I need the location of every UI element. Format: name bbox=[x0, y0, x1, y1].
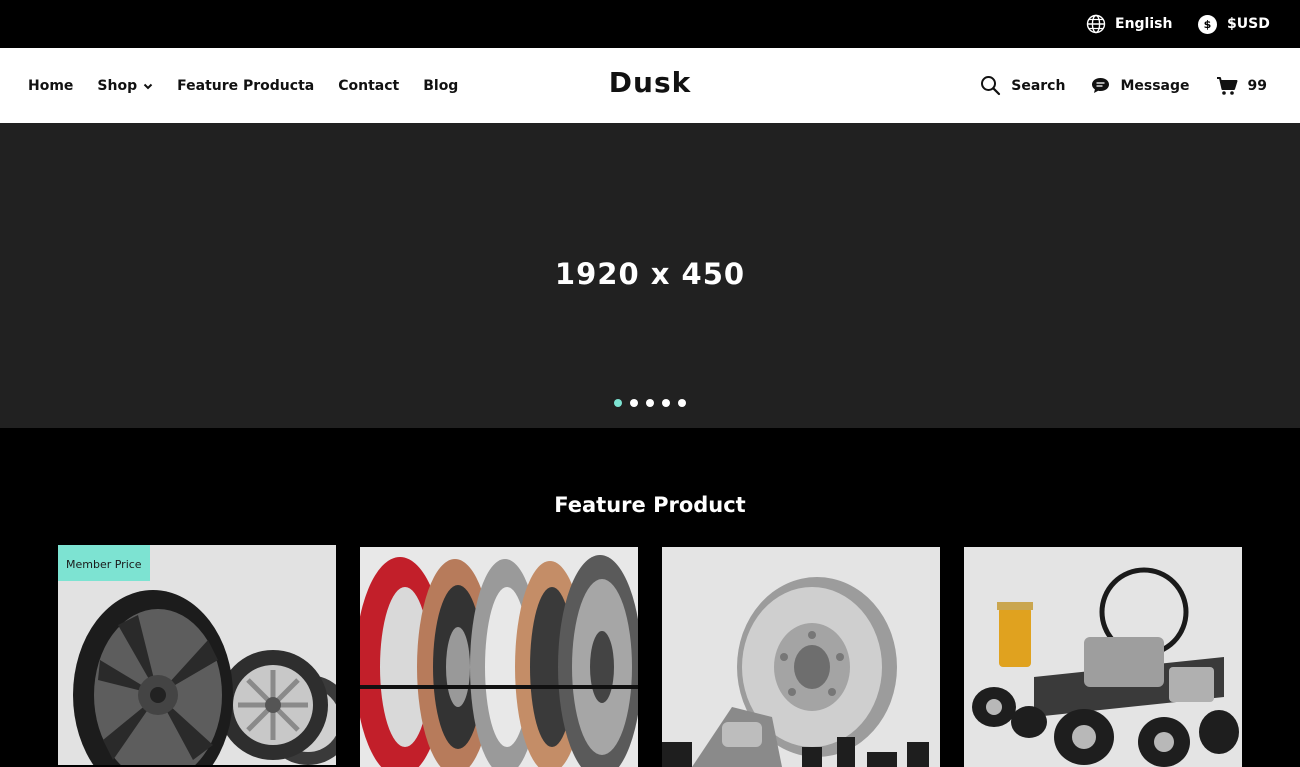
hero-slider[interactable]: 1920 x 450 bbox=[0, 123, 1300, 428]
main-navigation: Home Shop Feature Producta Contact Blog … bbox=[0, 48, 1300, 123]
dollar-icon: $ bbox=[1198, 14, 1217, 34]
slider-dot-1[interactable] bbox=[614, 399, 622, 407]
nav-tools: Search Message 99 bbox=[954, 48, 1267, 123]
product-card-3[interactable] bbox=[662, 547, 940, 767]
shopping-cart-icon bbox=[1216, 76, 1238, 95]
slider-dot-3[interactable] bbox=[646, 399, 654, 407]
product-card-4[interactable] bbox=[964, 547, 1242, 767]
product-card-1[interactable]: Member Price bbox=[58, 545, 336, 765]
top-bar: English $ $USD bbox=[0, 0, 1300, 48]
message-button[interactable]: Message bbox=[1091, 77, 1190, 94]
slider-dot-2[interactable] bbox=[630, 399, 638, 407]
slider-dot-5[interactable] bbox=[678, 399, 686, 407]
globe-icon bbox=[1086, 14, 1106, 34]
language-label: English bbox=[1115, 16, 1173, 32]
slider-dot-4[interactable] bbox=[662, 399, 670, 407]
hero-placeholder-text: 1920 x 450 bbox=[554, 257, 746, 291]
chat-bubble-icon bbox=[1092, 78, 1110, 93]
cart-count: 99 bbox=[1247, 77, 1267, 94]
search-button[interactable]: Search bbox=[980, 75, 1065, 96]
currency-selector[interactable]: $ $USD bbox=[1198, 14, 1270, 34]
member-price-badge: Member Price bbox=[58, 545, 150, 581]
brake-disc-image bbox=[662, 547, 940, 767]
language-selector[interactable]: English bbox=[1086, 14, 1172, 34]
slider-pagination bbox=[614, 399, 694, 407]
search-icon bbox=[981, 76, 1001, 96]
search-label: Search bbox=[1011, 77, 1066, 94]
cart-button[interactable]: 99 bbox=[1216, 76, 1267, 96]
message-label: Message bbox=[1120, 77, 1190, 94]
currency-label: $USD bbox=[1227, 16, 1270, 32]
clutch-kit-image bbox=[360, 547, 638, 767]
product-card-2[interactable] bbox=[360, 547, 638, 767]
section-title: Feature Product bbox=[554, 493, 746, 517]
engine-parts-image bbox=[964, 547, 1242, 767]
